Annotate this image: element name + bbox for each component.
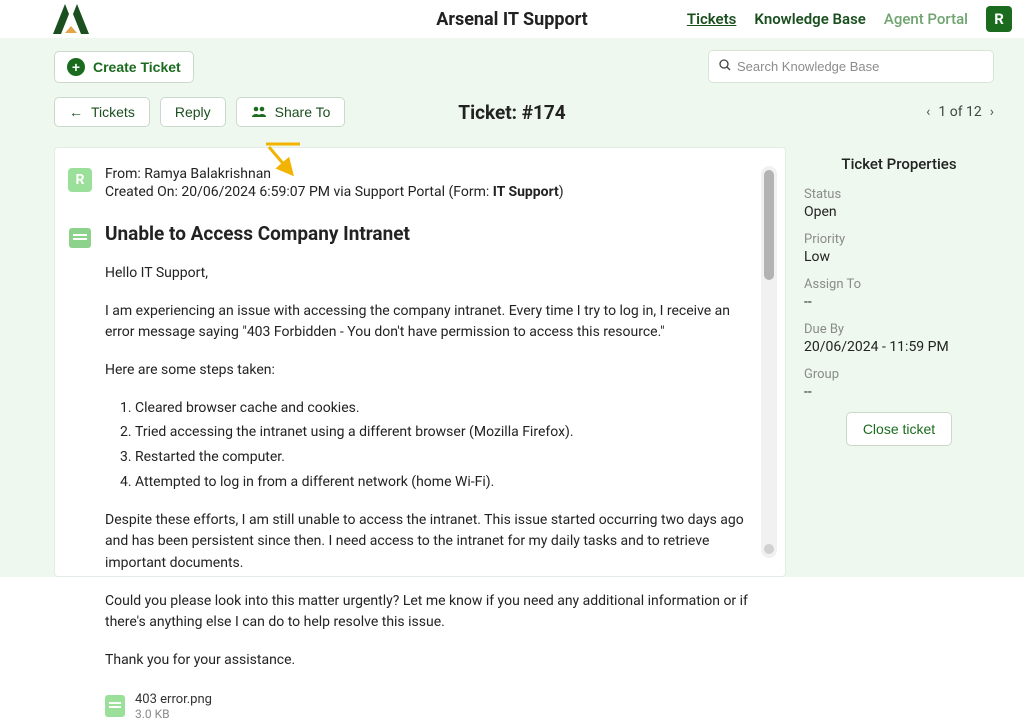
created-line: Created On: 20/06/2024 6:59:07 PM via Su… bbox=[105, 184, 751, 200]
toolbar-row: + Create Ticket bbox=[0, 44, 1024, 89]
msg-p5: Could you please look into this matter u… bbox=[105, 591, 751, 634]
search-input[interactable] bbox=[731, 55, 983, 78]
group-label: Group bbox=[804, 367, 994, 382]
properties-title: Ticket Properties bbox=[804, 147, 994, 187]
nav-tickets[interactable]: Tickets bbox=[687, 10, 737, 28]
reply-label: Reply bbox=[175, 104, 211, 120]
prop-due: Due By 20/06/2024 - 11:59 PM bbox=[804, 322, 994, 355]
close-ticket-button[interactable]: Close ticket bbox=[846, 412, 952, 446]
list-item: Cleared browser cache and cookies. bbox=[135, 398, 751, 420]
top-nav: Arsenal IT Support Tickets Knowledge Bas… bbox=[0, 0, 1024, 38]
nav-right: Tickets Knowledge Base Agent Portal R bbox=[687, 6, 1012, 32]
brand-title: Arsenal IT Support bbox=[436, 9, 587, 30]
ticket-message: Hello IT Support, I am experiencing an i… bbox=[105, 263, 751, 725]
from-line: From: Ramya Balakrishnan bbox=[105, 166, 751, 182]
due-label: Due By bbox=[804, 322, 994, 337]
from-label: From: bbox=[105, 166, 144, 182]
msg-p3: Here are some steps taken: bbox=[105, 360, 751, 382]
ticket-bar: ← Tickets Reply Share To Ticket: #174 ‹ … bbox=[0, 89, 1024, 137]
nav-knowledge-base[interactable]: Knowledge Base bbox=[754, 10, 865, 28]
form-name: IT Support bbox=[493, 184, 559, 200]
assign-value[interactable]: -- bbox=[804, 294, 994, 310]
msg-p1: Hello IT Support, bbox=[105, 263, 751, 285]
priority-value[interactable]: Low bbox=[804, 249, 994, 265]
prop-group: Group -- bbox=[804, 367, 994, 400]
content-area: R From: Ramya Balakrishnan Created On: 2… bbox=[0, 137, 1024, 577]
ticket-icon bbox=[69, 228, 91, 248]
list-item: Attempted to log in from a different net… bbox=[135, 472, 751, 494]
group-value[interactable]: -- bbox=[804, 384, 994, 400]
msg-p4: Despite these efforts, I am still unable… bbox=[105, 510, 751, 575]
ticket-properties-panel: Ticket Properties Status Open Priority L… bbox=[804, 147, 994, 446]
ticket-actions: ← Tickets Reply Share To bbox=[54, 97, 345, 127]
ticket-left-icons: R bbox=[67, 166, 93, 558]
arrow-left-icon: ← bbox=[69, 104, 83, 120]
back-tickets-label: Tickets bbox=[91, 104, 135, 120]
scrollbar-down-icon[interactable] bbox=[764, 544, 774, 554]
file-icon bbox=[105, 695, 125, 717]
attachment-size: 3.0 KB bbox=[135, 707, 212, 721]
form-close: ) bbox=[559, 184, 564, 200]
msg-p6: Thank you for your assistance. bbox=[105, 650, 751, 672]
status-label: Status bbox=[804, 187, 994, 202]
scrollbar-thumb[interactable] bbox=[764, 170, 774, 280]
due-value[interactable]: 20/06/2024 - 11:59 PM bbox=[804, 339, 994, 355]
people-icon bbox=[251, 104, 267, 120]
status-value[interactable]: Open bbox=[804, 204, 994, 220]
brand-logo bbox=[50, 1, 92, 37]
msg-p2: I am experiencing an issue with accessin… bbox=[105, 301, 751, 344]
pager: ‹ 1 of 12 › bbox=[926, 104, 994, 120]
attachment-info: 403 error.png 3.0 KB bbox=[135, 692, 212, 721]
ticket-body: From: Ramya Balakrishnan Created On: 20/… bbox=[105, 166, 755, 558]
requester-avatar: R bbox=[68, 168, 92, 192]
avatar[interactable]: R bbox=[986, 6, 1012, 32]
ticket-body-wrap: From: Ramya Balakrishnan Created On: 20/… bbox=[105, 166, 777, 558]
reply-button[interactable]: Reply bbox=[160, 97, 226, 127]
nav-agent-portal[interactable]: Agent Portal bbox=[884, 10, 968, 28]
attachment[interactable]: 403 error.png 3.0 KB bbox=[105, 688, 751, 725]
prop-status: Status Open bbox=[804, 187, 994, 220]
ticket-subject: Unable to Access Company Intranet bbox=[105, 222, 751, 245]
close-ticket-wrap: Close ticket bbox=[804, 412, 994, 446]
from-name: Ramya Balakrishnan bbox=[144, 166, 271, 182]
pager-prev-icon[interactable]: ‹ bbox=[926, 104, 930, 120]
back-tickets-button[interactable]: ← Tickets bbox=[54, 97, 150, 127]
content-wrap: + Create Ticket ← Tickets Reply Share bbox=[0, 38, 1024, 577]
search-knowledge-base[interactable] bbox=[708, 50, 994, 83]
pager-next-icon[interactable]: › bbox=[990, 104, 994, 120]
list-item: Restarted the computer. bbox=[135, 447, 751, 469]
nav-left bbox=[50, 1, 92, 37]
ticket-title: Ticket: #174 bbox=[458, 101, 565, 124]
scrollbar[interactable] bbox=[761, 166, 777, 558]
search-icon bbox=[719, 59, 731, 74]
share-to-label: Share To bbox=[275, 104, 331, 120]
prop-assign: Assign To -- bbox=[804, 277, 994, 310]
prop-priority: Priority Low bbox=[804, 232, 994, 265]
priority-label: Priority bbox=[804, 232, 994, 247]
create-ticket-button[interactable]: + Create Ticket bbox=[54, 51, 194, 83]
ticket-panel: R From: Ramya Balakrishnan Created On: 2… bbox=[54, 147, 786, 577]
created-value: 20/06/2024 6:59:07 PM via Support Portal… bbox=[181, 184, 492, 200]
list-item: Tried accessing the intranet using a dif… bbox=[135, 422, 751, 444]
plus-icon: + bbox=[67, 58, 85, 76]
pager-text: 1 of 12 bbox=[938, 104, 981, 120]
create-ticket-label: Create Ticket bbox=[93, 59, 181, 75]
attachment-name: 403 error.png bbox=[135, 692, 212, 707]
created-label: Created On: bbox=[105, 184, 181, 200]
share-to-button[interactable]: Share To bbox=[236, 97, 346, 127]
assign-label: Assign To bbox=[804, 277, 994, 292]
msg-steps: Cleared browser cache and cookies. Tried… bbox=[135, 398, 751, 494]
